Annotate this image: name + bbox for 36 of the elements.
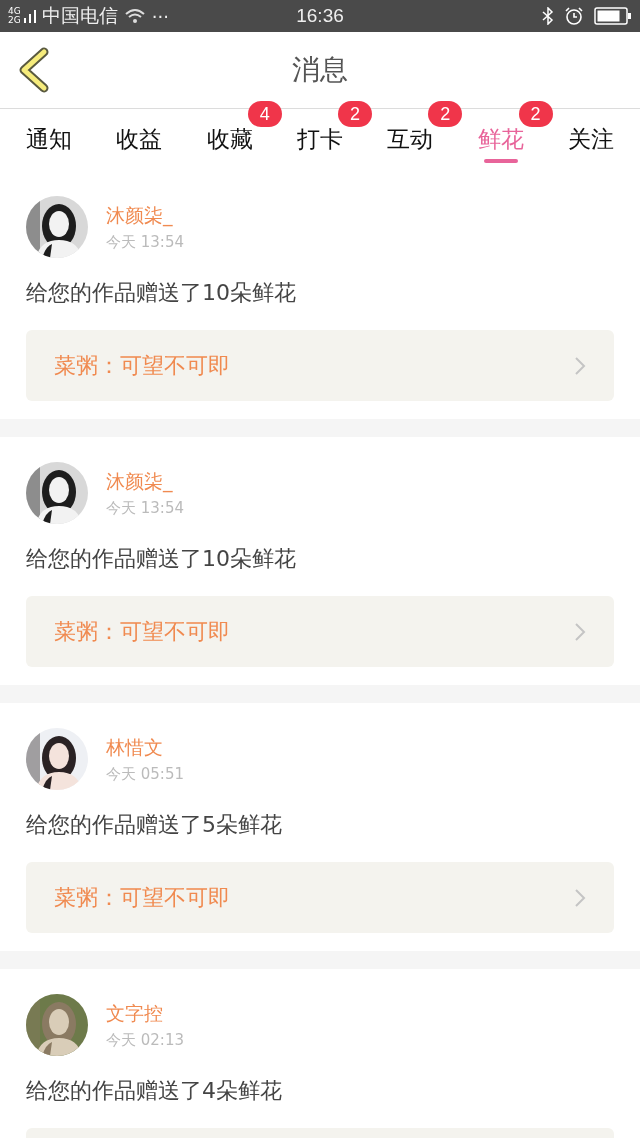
signal-icon bbox=[23, 8, 36, 24]
count-badge: 2 bbox=[338, 101, 372, 127]
network-label: 4G bbox=[8, 7, 21, 16]
network-label: 2G bbox=[8, 16, 21, 25]
work-link[interactable]: 菜粥：可望不可即 bbox=[26, 596, 614, 667]
wifi-icon bbox=[123, 8, 146, 24]
tab[interactable]: 收益 bbox=[116, 109, 163, 157]
work-link[interactable]: 菜粥：可望不可即 bbox=[26, 330, 614, 401]
work-link[interactable]: 菜粥：可望不可即 bbox=[26, 862, 614, 933]
message-text: 给您的作品赠送了4朵鲜花 bbox=[26, 1077, 283, 1105]
count-badge: 4 bbox=[247, 101, 282, 127]
battery-icon bbox=[594, 7, 632, 25]
tab[interactable]: 关注 bbox=[567, 109, 614, 157]
chevron-right-icon bbox=[574, 621, 586, 642]
count-badge: 2 bbox=[518, 101, 553, 127]
message-text: 给您的作品赠送了10朵鲜花 bbox=[26, 279, 297, 307]
message-text: 给您的作品赠送了10朵鲜花 bbox=[26, 545, 297, 573]
chevron-right-icon bbox=[574, 887, 586, 908]
message-time: 今天 13:54 bbox=[106, 232, 184, 252]
user-name[interactable]: 林惜文 bbox=[106, 734, 184, 761]
message-time: 今天 05:51 bbox=[106, 764, 184, 784]
message-time: 今天 13:54 bbox=[106, 498, 184, 518]
tab[interactable]: 通知 bbox=[26, 109, 73, 157]
message-text: 给您的作品赠送了5朵鲜花 bbox=[26, 811, 283, 839]
alarm-icon bbox=[564, 6, 584, 26]
user-name[interactable]: 文字控 bbox=[106, 1000, 184, 1027]
user-name[interactable]: 沐颜柒_ bbox=[106, 468, 184, 495]
message-time: 今天 02:13 bbox=[106, 1030, 184, 1050]
carrier-name: 中国电信 bbox=[41, 3, 118, 28]
page-title: 消息 bbox=[292, 52, 348, 88]
count-badge: 2 bbox=[428, 101, 463, 127]
clock-time: 16:36 bbox=[296, 5, 344, 27]
user-name[interactable]: 沐颜柒_ bbox=[106, 202, 184, 229]
more-dots: ··· bbox=[151, 5, 169, 27]
chevron-right-icon bbox=[574, 355, 586, 376]
bluetooth-icon bbox=[542, 7, 554, 25]
